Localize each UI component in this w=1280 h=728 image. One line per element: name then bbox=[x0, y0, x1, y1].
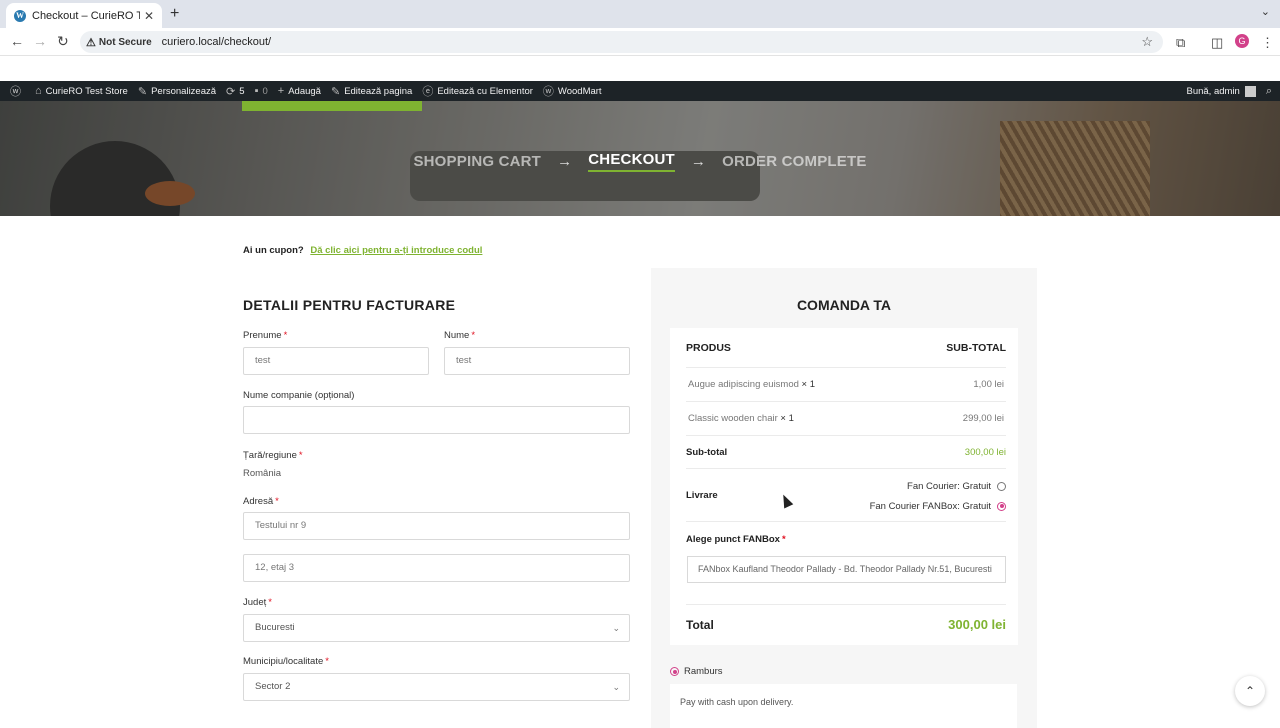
billing-title: DETALII PENTRU FACTURARE bbox=[243, 297, 456, 313]
reload-icon[interactable]: ↻ bbox=[57, 33, 69, 50]
wpbar-site-name[interactable]: ⌂ CurieRO Test Store bbox=[35, 85, 128, 97]
updates-icon: ⟳ bbox=[226, 85, 236, 98]
security-indicator[interactable]: ⚠ Not Secure bbox=[86, 36, 152, 49]
address-label: Adresă * bbox=[243, 496, 279, 507]
shipping-row: Livrare Fan Courier: Gratuit Fan Courier… bbox=[686, 469, 1006, 522]
county-label: Județ * bbox=[243, 597, 272, 608]
wp-logo-icon[interactable]: ⓦ bbox=[10, 83, 25, 99]
checkout-steps: SHOPPING CART → CHECKOUT → ORDER COMPLET… bbox=[0, 151, 1280, 172]
wpbar-edit-page[interactable]: ✎ Editează pagina bbox=[331, 85, 412, 98]
comment-icon: ▪ bbox=[254, 85, 259, 97]
step-order-complete: ORDER COMPLETE bbox=[722, 153, 867, 170]
new-tab-icon[interactable]: + bbox=[170, 5, 179, 23]
menu-kebab-icon[interactable]: ⋮ bbox=[1261, 35, 1274, 51]
first-name-label: Prenume * bbox=[243, 330, 288, 341]
checkout-hero-banner: SHOPPING CART → CHECKOUT → ORDER COMPLET… bbox=[0, 101, 1280, 216]
address-bar[interactable]: ⚠ Not Secure curiero.local/checkout/ ☆ bbox=[80, 31, 1163, 53]
step-arrow-icon: → bbox=[557, 153, 573, 170]
coupon-link[interactable]: Dă clic aici pentru a-ți introduce codul bbox=[310, 245, 482, 256]
fanbox-label: Alege punct FANBox * bbox=[686, 534, 786, 545]
woodmart-icon: ⓦ bbox=[542, 86, 554, 98]
side-panel-icon[interactable]: ◫ bbox=[1211, 35, 1223, 51]
order-summary: COMANDA TA PRODUS SUB-TOTAL Augue adipis… bbox=[651, 264, 1037, 728]
billing-details: DETALII PENTRU FACTURARE bbox=[243, 297, 631, 313]
elementor-icon: ⓔ bbox=[422, 86, 434, 98]
url-text: curiero.local/checkout/ bbox=[161, 36, 272, 48]
radio-unselected[interactable] bbox=[997, 481, 1006, 491]
browser-tab[interactable]: W Checkout – CurieRO Test Store ✕ bbox=[6, 3, 162, 28]
brush-icon: ✎ bbox=[137, 85, 148, 98]
wpbar-woodmart[interactable]: ⓦ WoodMart bbox=[543, 83, 602, 99]
country-value: România bbox=[243, 468, 282, 479]
pencil-icon: ✎ bbox=[330, 85, 341, 98]
order-title: COMANDA TA bbox=[796, 297, 892, 313]
chevron-down-icon: ⌄ bbox=[612, 623, 620, 633]
radio-selected[interactable] bbox=[997, 501, 1006, 511]
city-label: Municipiu/localitate * bbox=[243, 656, 329, 667]
first-name-field[interactable]: test bbox=[243, 347, 429, 375]
tab-title: Checkout – CurieRO Test Store bbox=[32, 9, 140, 22]
browser-tabbar: W Checkout – CurieRO Test Store ✕ + ⌄ bbox=[0, 0, 1280, 28]
order-table: PRODUS SUB-TOTAL Augue adipiscing euismo… bbox=[670, 328, 1018, 645]
order-table-header: PRODUS SUB-TOTAL bbox=[686, 328, 1006, 368]
county-select[interactable]: Bucuresti ⌄ bbox=[243, 614, 630, 642]
chevron-down-icon: ⌄ bbox=[612, 682, 620, 692]
company-label: Nume companie (opțional) bbox=[243, 390, 355, 401]
radio-selected[interactable] bbox=[670, 667, 679, 676]
shipping-option-fanbox[interactable]: Fan Courier FANBox: Gratuit bbox=[870, 501, 1006, 512]
bookmark-star-icon[interactable]: ☆ bbox=[1141, 34, 1153, 50]
plus-icon: + bbox=[277, 85, 285, 97]
browser-toolbar: ← → ↻ ⚠ Not Secure curiero.local/checkou… bbox=[0, 28, 1280, 56]
wpbar-edit-elementor[interactable]: ⓔ Editează cu Elementor bbox=[422, 83, 533, 99]
hero-accent-bar bbox=[242, 101, 422, 111]
extensions-icon[interactable]: ⧉ bbox=[1176, 35, 1185, 51]
step-shopping-cart[interactable]: SHOPPING CART bbox=[413, 153, 541, 170]
warning-icon: ⚠ bbox=[86, 36, 96, 49]
fanbox-point-field[interactable]: FANbox Kaufland Theodor Pallady - Bd. Th… bbox=[687, 556, 1006, 583]
wp-admin-bar: ⓦ ⌂ CurieRO Test Store ✎ Personalizează ⟳ 5… bbox=[0, 81, 1280, 101]
subtotal-row: Sub-total 300,00 lei bbox=[686, 436, 1006, 469]
company-field[interactable] bbox=[243, 406, 630, 434]
wpbar-add-new[interactable]: + Adaugă bbox=[278, 85, 321, 97]
total-row: Total 300,00 lei bbox=[686, 617, 1006, 632]
back-icon[interactable]: ← bbox=[10, 33, 24, 49]
step-checkout[interactable]: CHECKOUT bbox=[588, 151, 675, 172]
scroll-to-top-button[interactable]: ⌃ bbox=[1235, 676, 1265, 706]
forward-icon[interactable]: → bbox=[33, 33, 47, 49]
wpbar-updates[interactable]: ⟳ 5 bbox=[226, 85, 245, 98]
address-line1-field[interactable]: Testului nr 9 bbox=[243, 512, 630, 540]
wpbar-greeting[interactable]: Bună, admin bbox=[1186, 86, 1239, 97]
city-select[interactable]: Sector 2 ⌄ bbox=[243, 673, 630, 701]
last-name-label: Nume * bbox=[444, 330, 476, 341]
shipping-option-fan-courier[interactable]: Fan Courier: Gratuit bbox=[907, 481, 1006, 492]
tab-search-icon[interactable]: ⌄ bbox=[1261, 5, 1270, 18]
payment-description: Pay with cash upon delivery. bbox=[670, 684, 1017, 728]
profile-avatar[interactable]: G bbox=[1235, 34, 1249, 48]
order-item-row: Augue adipiscing euismod × 1 1,00 lei bbox=[686, 368, 1006, 402]
payment-method-cod[interactable]: Ramburs bbox=[670, 666, 723, 677]
admin-avatar[interactable] bbox=[1244, 85, 1256, 97]
country-label: Țară/regiune * bbox=[243, 450, 303, 461]
search-icon[interactable]: ⌕ bbox=[1266, 85, 1272, 98]
coupon-notice: Ai un cupon? Dă clic aici pentru a-ți in… bbox=[243, 245, 483, 256]
wpbar-customize[interactable]: ✎ Personalizează bbox=[138, 85, 216, 98]
step-arrow-icon: → bbox=[690, 153, 707, 170]
wordpress-favicon-icon: W bbox=[14, 9, 26, 22]
home-icon: ⌂ bbox=[35, 85, 42, 97]
address-line2-field[interactable]: 12, etaj 3 bbox=[243, 554, 630, 582]
wpbar-comments[interactable]: ▪ 0 bbox=[255, 85, 268, 97]
last-name-field[interactable]: test bbox=[444, 347, 630, 375]
close-tab-icon[interactable]: ✕ bbox=[144, 9, 154, 23]
order-item-row: Classic wooden chair × 1 299,00 lei bbox=[686, 402, 1006, 436]
